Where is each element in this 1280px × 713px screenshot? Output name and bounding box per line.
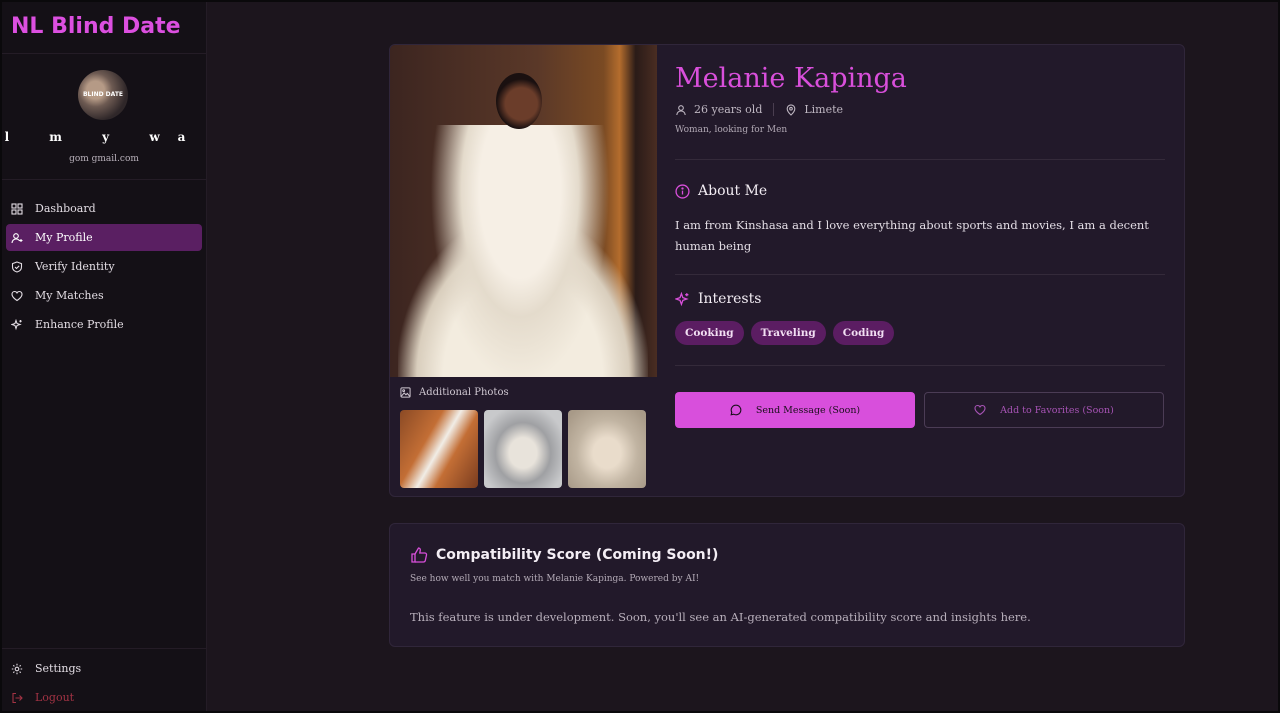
profile-meta: 26 years old Limete xyxy=(675,103,843,116)
sidebar: NL Blind Date BLIND DATE l m y wa gom gm… xyxy=(2,2,207,711)
location-pin-icon xyxy=(787,103,796,116)
sidebar-footer: Settings Logout xyxy=(2,648,206,711)
profile-name: Melanie Kapinga xyxy=(675,63,907,94)
compatibility-text: This feature is under development. Soon,… xyxy=(410,610,1031,624)
about-me-text: I am from Kinshasa and I love everything… xyxy=(675,218,1149,253)
info-icon xyxy=(675,183,690,199)
message-icon xyxy=(730,404,742,416)
heart-icon xyxy=(974,404,986,416)
additional-photo-thumbnail[interactable] xyxy=(568,410,646,488)
interest-chip: Cooking xyxy=(675,321,744,345)
interest-chip: Coding xyxy=(832,321,895,345)
sidebar-item-my-matches[interactable]: My Matches xyxy=(6,282,202,309)
additional-photos-label: Additional Photos xyxy=(419,387,509,398)
interests-heading: Interests xyxy=(675,291,761,307)
sidebar-item-enhance-profile[interactable]: Enhance Profile xyxy=(6,311,202,338)
sidebar-item-settings[interactable]: Settings xyxy=(6,655,202,682)
sidebar-item-label: My Matches xyxy=(35,289,104,302)
sidebar-item-label: Verify Identity xyxy=(35,260,115,273)
send-message-button[interactable]: Send Message (Soon) xyxy=(675,392,915,428)
image-icon xyxy=(400,387,411,398)
sidebar-item-verify-identity[interactable]: Verify Identity xyxy=(6,253,202,280)
compatibility-subtitle: See how well you match with Melanie Kapi… xyxy=(410,574,700,584)
compatibility-title: Compatibility Score (Coming Soon!) xyxy=(436,547,719,563)
brand-logo[interactable]: NL Blind Date xyxy=(2,2,206,54)
sidebar-nav: Dashboard My Profile Verify Identity My … xyxy=(2,180,206,338)
interest-chip: Traveling xyxy=(750,321,826,345)
profile-location: Limete xyxy=(804,103,844,116)
additional-photo-thumbnail[interactable] xyxy=(484,410,562,488)
compatibility-card: Compatibility Score (Coming Soon!) See h… xyxy=(389,523,1185,647)
sidebar-item-label: My Profile xyxy=(35,231,93,244)
divider xyxy=(675,365,1165,366)
profile-age: 26 years old xyxy=(694,103,763,116)
logout-icon xyxy=(12,692,23,703)
interests-list: Cooking Traveling Coding xyxy=(675,321,901,345)
additional-photo-thumbnail[interactable] xyxy=(400,410,478,488)
compatibility-heading: Compatibility Score (Coming Soon!) xyxy=(410,546,718,564)
photo-shape xyxy=(496,73,542,129)
about-me-heading: About Me xyxy=(675,183,767,199)
profile-card: Additional Photos Melanie Kapinga 26 yea… xyxy=(389,44,1185,497)
send-message-label: Send Message (Soon) xyxy=(755,404,861,416)
person-icon xyxy=(676,104,686,115)
add-to-favorites-label: Add to Favorites (Soon) xyxy=(1000,404,1114,416)
sidebar-item-dashboard[interactable]: Dashboard xyxy=(6,195,202,222)
sidebar-item-label: Dashboard xyxy=(35,202,96,215)
sidebar-item-logout[interactable]: Logout xyxy=(6,684,202,711)
avatar-text: BLIND DATE xyxy=(82,91,124,98)
divider xyxy=(675,274,1165,275)
add-to-favorites-button[interactable]: Add to Favorites (Soon) xyxy=(924,392,1164,428)
sidebar-item-label: Enhance Profile xyxy=(35,318,124,331)
user-card: BLIND DATE l m y wa gom gmail.com xyxy=(2,54,206,180)
divider xyxy=(675,159,1165,160)
additional-photos-heading: Additional Photos xyxy=(400,387,509,398)
user-email: gom gmail.com xyxy=(69,154,139,164)
main-profile-photo[interactable] xyxy=(390,45,657,377)
sparkle-icon xyxy=(11,318,22,330)
sidebar-item-my-profile[interactable]: My Profile xyxy=(6,224,202,251)
gear-icon xyxy=(11,663,23,674)
user-icon xyxy=(11,232,23,243)
logout-label: Logout xyxy=(35,691,75,704)
app-frame: NL Blind Date BLIND DATE l m y wa gom gm… xyxy=(2,2,1278,711)
photo-shape xyxy=(430,125,610,377)
about-me-title: About Me xyxy=(698,183,768,199)
heart-icon xyxy=(11,290,23,301)
meta-divider xyxy=(773,103,775,116)
thumbs-up-icon xyxy=(411,547,428,563)
grid-icon xyxy=(11,202,23,215)
sparkle-icon xyxy=(675,291,689,306)
shield-icon xyxy=(11,260,23,273)
interests-title: Interests xyxy=(698,291,762,307)
user-name: l m y wa xyxy=(4,130,204,144)
settings-label: Settings xyxy=(35,662,82,675)
profile-looking-for: Woman, looking for Men xyxy=(675,125,788,135)
avatar[interactable]: BLIND DATE xyxy=(78,70,128,120)
